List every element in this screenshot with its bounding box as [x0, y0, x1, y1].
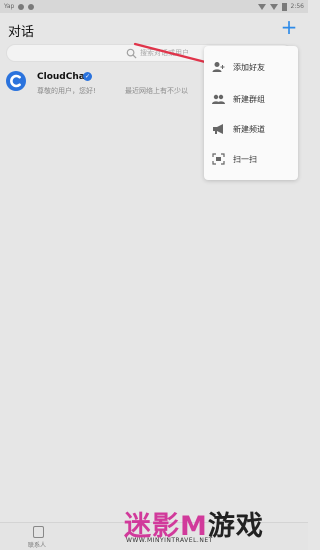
search-placeholder: 搜索对话或用户: [140, 49, 189, 57]
chat-preview: 尊敬的用户，您好!: [37, 87, 96, 95]
menu-item-label: 新建频道: [233, 125, 265, 134]
scan-icon: [212, 153, 225, 165]
menu-item-scan[interactable]: 扫一扫: [204, 144, 298, 174]
group-icon: [212, 94, 225, 104]
notification-icon: [18, 3, 25, 10]
add-friend-icon: [212, 62, 225, 72]
chat-snippet: 最近网络上有不少以: [125, 87, 188, 95]
menu-item-new-group[interactable]: 新建群组: [204, 84, 298, 114]
watermark-url: WWW.MINYINTRAVEL.NET: [126, 537, 213, 544]
signal-icon: [269, 3, 278, 10]
avatar: [6, 71, 26, 91]
watermark: 迷影M游戏 WWW.MINYINTRAVEL.NET: [124, 502, 304, 548]
page-title: 对话: [8, 25, 35, 40]
nav-item-contacts[interactable]: 联系人: [28, 526, 50, 550]
contacts-icon: [33, 526, 44, 538]
menu-item-label: 扫一扫: [233, 155, 257, 164]
menu-item-new-channel[interactable]: 新建频道: [204, 114, 298, 144]
menu-item-label: 新建群组: [233, 95, 265, 104]
status-bar: Yap 2:56: [0, 0, 308, 13]
plus-button[interactable]: +: [278, 16, 300, 38]
wifi-icon: [257, 3, 266, 10]
popup-menu: 添加好友 新建群组 新建频道 扫一扫: [204, 46, 298, 180]
chat-name: CloudChat: [37, 72, 90, 82]
megaphone-icon: [213, 124, 223, 134]
battery-icon: [281, 2, 287, 11]
cloudchat-logo-icon: [10, 74, 21, 88]
app-header: 对话 +: [0, 13, 308, 46]
sync-icon: [28, 3, 35, 10]
menu-item-label: 添加好友: [233, 63, 265, 72]
menu-item-add-friend[interactable]: 添加好友: [204, 52, 298, 82]
carrier-label: Yap: [4, 3, 15, 10]
nav-item-label: 联系人: [28, 542, 47, 549]
search-icon: [126, 48, 137, 59]
verified-icon: ✓: [83, 72, 92, 81]
clock: 2:56: [290, 3, 304, 10]
